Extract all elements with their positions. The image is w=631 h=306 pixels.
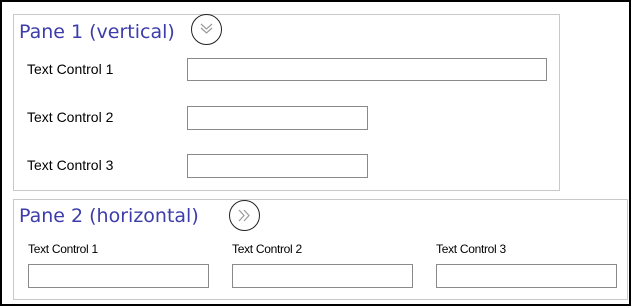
pane-2-text-control-3[interactable]	[436, 264, 617, 288]
pane-1-text-control-3[interactable]	[187, 154, 368, 178]
pane-2-horizontal: Pane 2 (horizontal) Text Control 1 Text …	[13, 199, 628, 300]
pane-2-title: Pane 2 (horizontal)	[19, 205, 199, 227]
pane-1-label-2: Text Control 2	[27, 109, 114, 125]
pane-2-label-1: Text Control 1	[28, 242, 98, 256]
pane-1-label-1: Text Control 1	[27, 61, 114, 77]
pane-1-collapse-button[interactable]	[191, 14, 222, 45]
double-chevron-right-icon	[238, 209, 250, 222]
window-frame: Pane 1 (vertical) Text Control 1 Text Co…	[0, 0, 631, 306]
pane-1-title: Pane 1 (vertical)	[19, 21, 175, 43]
pane-1-label-3: Text Control 3	[27, 157, 114, 173]
pane-2-collapse-button[interactable]	[229, 200, 260, 231]
pane-2-text-control-1[interactable]	[28, 264, 209, 288]
pane-1-text-control-1[interactable]	[187, 58, 547, 81]
pane-2-label-3: Text Control 3	[436, 242, 506, 256]
double-chevron-down-icon	[200, 23, 213, 34]
pane-1-text-control-2[interactable]	[187, 106, 368, 130]
pane-2-label-2: Text Control 2	[232, 242, 302, 256]
pane-1-vertical: Pane 1 (vertical) Text Control 1 Text Co…	[13, 14, 560, 191]
pane-2-text-control-2[interactable]	[232, 264, 413, 288]
